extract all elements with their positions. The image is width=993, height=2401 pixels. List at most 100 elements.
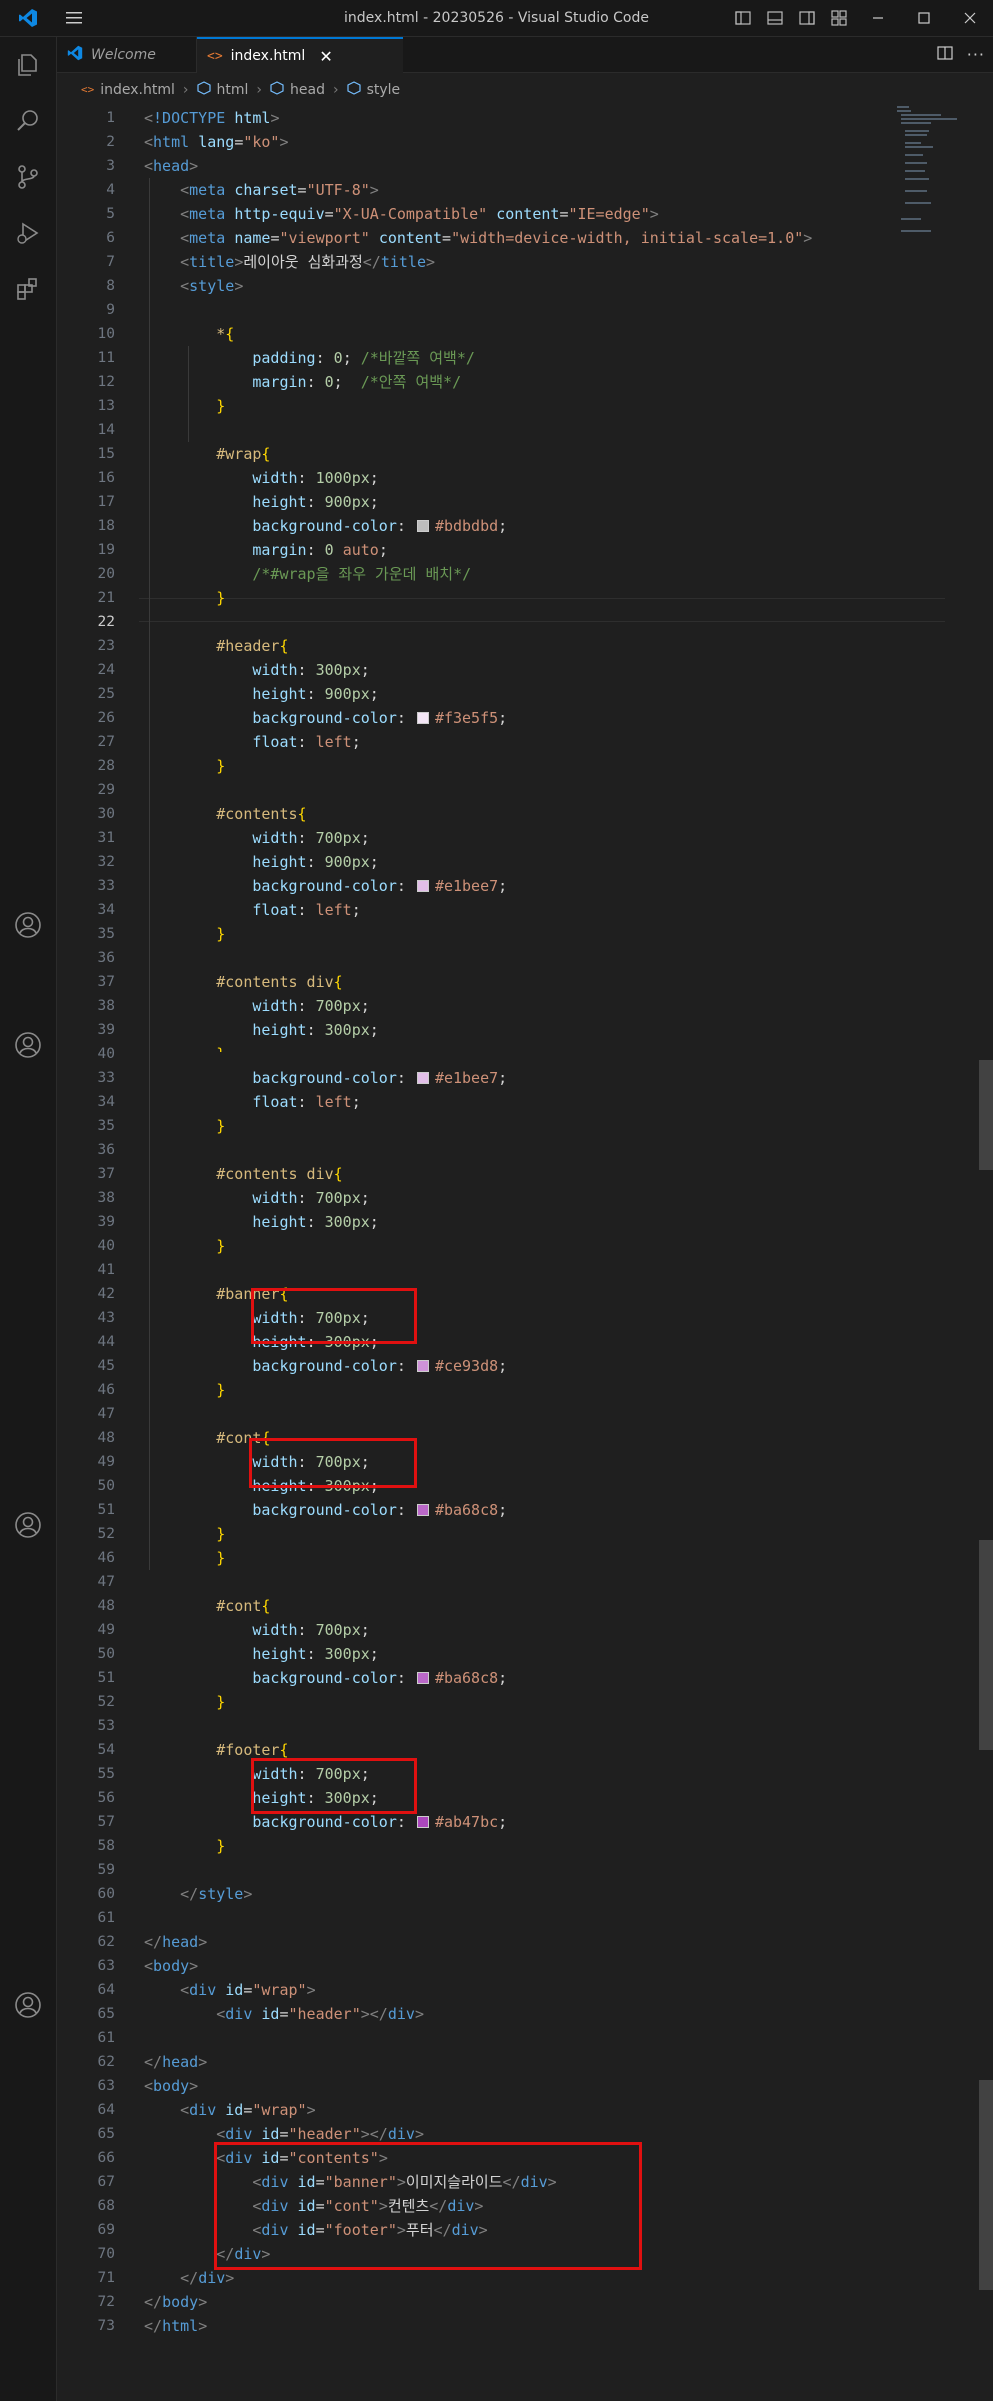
code-line[interactable]: <title>레이아웃 심화과정</title> (144, 250, 435, 274)
line-number: 14 (97, 422, 115, 438)
code-line[interactable]: #cont{ (144, 1594, 270, 1618)
run-debug-icon[interactable] (8, 213, 48, 253)
code-line[interactable]: </html> (144, 2314, 207, 2338)
code-line[interactable]: </head> (144, 2050, 207, 2074)
code-line[interactable]: width: 700px; (144, 1618, 369, 1642)
code-line[interactable]: background-color: #ba68c8; (144, 1498, 507, 1522)
vertical-scrollbar[interactable] (975, 106, 993, 2401)
code-line[interactable]: width: 1000px; (144, 466, 378, 490)
code-line[interactable]: <div id="wrap"> (144, 2098, 315, 2122)
code-line[interactable]: } (144, 394, 225, 418)
account-icon[interactable] (8, 1025, 48, 1065)
tab-welcome[interactable]: Welcome (57, 37, 197, 72)
code-line[interactable]: <meta name="viewport" content="width=dev… (144, 226, 812, 250)
code-line[interactable]: } (144, 586, 225, 610)
code-line[interactable]: <div id="header"></div> (144, 2002, 424, 2026)
close-window-icon[interactable] (947, 0, 993, 36)
code-line[interactable]: #header{ (144, 634, 288, 658)
code-line[interactable]: } (144, 1114, 225, 1138)
code-line[interactable]: <style> (144, 274, 243, 298)
code-line[interactable]: } (144, 1042, 225, 1052)
toggle-primary-sidebar-icon[interactable] (727, 0, 759, 36)
minimize-icon[interactable] (855, 0, 901, 36)
scrollbar-thumb[interactable] (979, 1060, 993, 1170)
account-icon[interactable] (8, 1505, 48, 1545)
code-line[interactable]: height: 900px; (144, 682, 378, 706)
tab-index-html[interactable]: <> index.html ✕ (197, 37, 403, 73)
menu-hamburger-icon[interactable] (56, 0, 92, 36)
code-line[interactable]: width: 300px; (144, 658, 369, 682)
search-icon[interactable] (8, 101, 48, 141)
code-line[interactable]: } (144, 1546, 225, 1570)
code-line[interactable]: height: 300px; (144, 1642, 378, 1666)
vscode-logo-icon[interactable] (0, 0, 56, 36)
line-number: 73 (97, 2318, 115, 2334)
code-line[interactable]: } (144, 754, 225, 778)
toggle-secondary-sidebar-icon[interactable] (791, 0, 823, 36)
code-line[interactable]: } (144, 1834, 225, 1858)
code-line[interactable]: background-color: #e1bee7; (144, 874, 507, 898)
explorer-icon[interactable] (8, 45, 48, 85)
code-line[interactable]: <div id="wrap"> (144, 1978, 315, 2002)
code-line[interactable]: } (144, 1522, 225, 1546)
line-number: 24 (97, 662, 115, 678)
code-line[interactable]: } (144, 922, 225, 946)
close-icon[interactable]: ✕ (319, 47, 332, 66)
code-line[interactable]: </body> (144, 2290, 207, 2314)
code-line[interactable]: #contents div{ (144, 1162, 342, 1186)
split-editor-icon[interactable] (937, 45, 953, 65)
code-editor[interactable]: 1 2 3 4 5 6 7 8 9 10 11 12 13 14 15 16 17 18 19 20 21 22 23 24 2… (57, 106, 993, 2401)
code-line[interactable]: float: left; (144, 1090, 360, 1114)
code-line[interactable]: #contents div{ (144, 970, 342, 994)
code-line[interactable]: #wrap{ (144, 442, 270, 466)
code-line[interactable]: <body> (144, 2074, 198, 2098)
breadcrumb-item-head[interactable]: head (270, 80, 325, 99)
maximize-icon[interactable] (901, 0, 947, 36)
scrollbar-thumb[interactable] (979, 1540, 993, 1750)
code-line[interactable]: <head> (144, 154, 198, 178)
code-line[interactable]: background-color: #ba68c8; (144, 1666, 507, 1690)
code-line[interactable]: height: 300px; (144, 1210, 378, 1234)
code-line[interactable]: padding: 0; /*바깥쪽 여백*/ (144, 346, 475, 370)
code-line[interactable]: width: 700px; (144, 994, 369, 1018)
code-line[interactable]: <html lang="ko"> (144, 130, 289, 154)
code-line[interactable]: width: 700px; (144, 1186, 369, 1210)
code-line[interactable]: width: 700px; (144, 826, 369, 850)
code-line[interactable]: background-color: #ce93d8; (144, 1354, 507, 1378)
code-line[interactable]: <meta charset="UTF-8"> (144, 178, 379, 202)
code-line[interactable]: background-color: #bdbdbd; (144, 514, 507, 538)
code-line[interactable]: float: left; (144, 730, 360, 754)
code-line[interactable]: background-color: #f3e5f5; (144, 706, 507, 730)
scrollbar-thumb[interactable] (979, 2080, 993, 2290)
code-line[interactable]: margin: 0; /*안쪽 여백*/ (144, 370, 461, 394)
code-line[interactable]: margin: 0 auto; (144, 538, 387, 562)
code-line[interactable]: <body> (144, 1954, 198, 1978)
breadcrumb-item-style[interactable]: style (346, 80, 400, 99)
code-line[interactable]: } (144, 1378, 225, 1402)
more-actions-icon[interactable]: ··· (967, 45, 985, 64)
code-line[interactable]: height: 900px; (144, 490, 378, 514)
code-line[interactable]: #contents{ (144, 802, 306, 826)
customize-layout-icon[interactable] (823, 0, 855, 36)
source-control-icon[interactable] (8, 157, 48, 197)
code-line[interactable]: height: 300px; (144, 1018, 378, 1042)
account-icon[interactable] (8, 1985, 48, 2025)
account-icon[interactable] (8, 905, 48, 945)
code-line[interactable]: } (144, 1234, 225, 1258)
code-line[interactable]: <!DOCTYPE html> (144, 106, 279, 130)
code-line[interactable]: } (144, 1690, 225, 1714)
code-line[interactable]: *{ (144, 322, 234, 346)
code-line[interactable]: </style> (144, 1882, 252, 1906)
code-line[interactable]: background-color: #e1bee7; (144, 1066, 507, 1090)
breadcrumb-item-html[interactable]: html (196, 80, 248, 99)
minimap[interactable] (897, 106, 957, 246)
code-line[interactable]: </head> (144, 1930, 207, 1954)
line-number: 64 (97, 1982, 115, 1998)
code-line[interactable]: height: 900px; (144, 850, 378, 874)
code-line[interactable]: float: left; (144, 898, 360, 922)
breadcrumb-item-file[interactable]: <> index.html (81, 82, 175, 98)
code-line[interactable]: <meta http-equiv="X-UA-Compatible" conte… (144, 202, 659, 226)
toggle-panel-icon[interactable] (759, 0, 791, 36)
extensions-icon[interactable] (8, 269, 48, 309)
code-line[interactable]: /*#wrap을 좌우 가운데 배치*/ (144, 562, 471, 586)
